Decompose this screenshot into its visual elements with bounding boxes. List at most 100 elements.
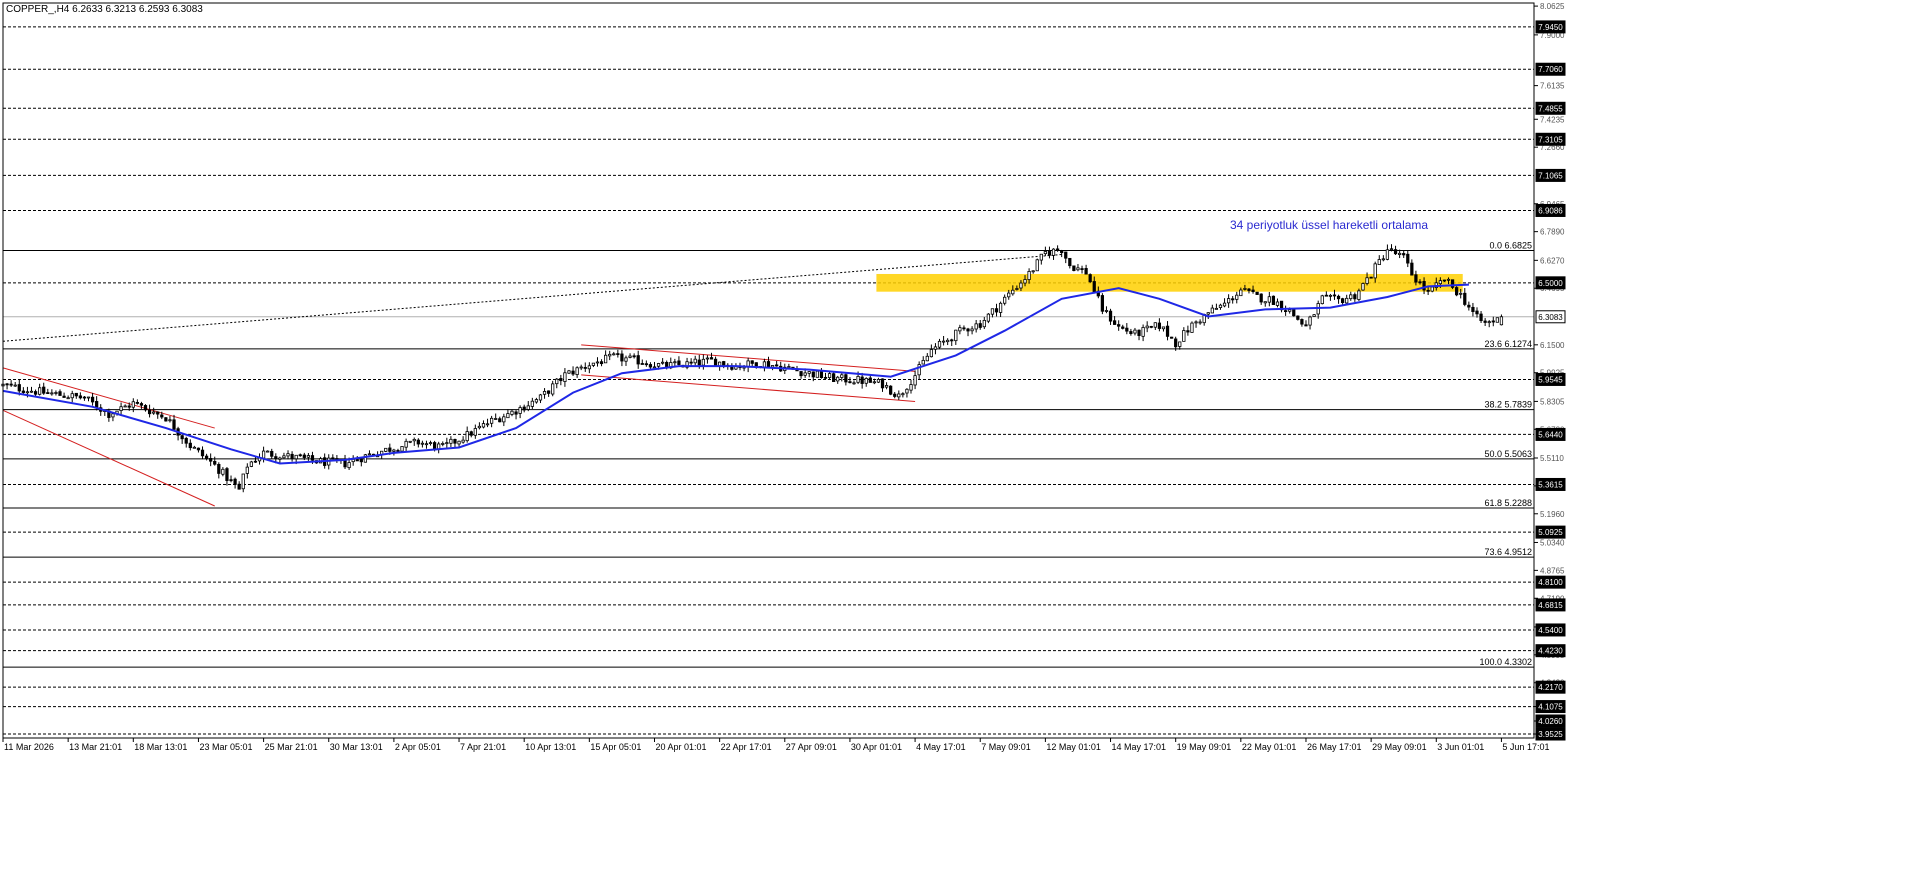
bullish-candle: [954, 329, 958, 342]
bearish-candle: [1251, 289, 1255, 293]
bearish-candle: [21, 390, 25, 393]
bullish-candle: [856, 375, 860, 383]
bullish-candle: [575, 367, 579, 375]
bearish-candle: [697, 359, 701, 366]
bearish-candle: [416, 439, 420, 445]
bullish-candle: [595, 361, 600, 364]
bullish-candle: [1206, 312, 1210, 315]
bearish-candle: [46, 392, 50, 394]
bullish-candle: [1385, 249, 1390, 260]
y-tick-label: 5.5110: [1540, 454, 1564, 463]
bullish-candle: [538, 394, 543, 401]
bullish-candle: [1459, 292, 1463, 295]
chart-container[interactable]: 0.0 6.6825 23.6 6.1274 38.2 5.7839 50.0 5.5…: [0, 0, 1916, 888]
bullish-candle: [563, 372, 567, 382]
bullish-candle: [54, 392, 58, 394]
bearish-candle: [180, 435, 184, 440]
bearish-candle: [636, 355, 640, 365]
bearish-candle: [1259, 293, 1263, 303]
bullish-candle: [604, 354, 608, 364]
price-level-label: 4.8100: [1538, 578, 1563, 587]
bearish-candle: [1117, 324, 1121, 327]
bullish-candle: [473, 428, 477, 436]
price-level-label: 3.9525: [1538, 730, 1563, 739]
bullish-candle: [1430, 286, 1434, 292]
bullish-candle: [836, 376, 840, 382]
price-level-label: 4.2170: [1538, 683, 1563, 692]
bearish-candle: [722, 361, 726, 366]
bearish-candle: [832, 373, 836, 383]
bearish-candle: [766, 361, 771, 368]
bearish-candle: [90, 396, 95, 403]
price-chart[interactable]: 0.0 6.6825 23.6 6.1274 38.2 5.7839 50.0 5.5…: [0, 0, 1916, 888]
bearish-candle: [1157, 322, 1162, 329]
bullish-candle: [347, 462, 351, 469]
bearish-candle: [1324, 294, 1328, 297]
bullish-candle: [1141, 327, 1145, 337]
bullish-candle: [852, 382, 856, 385]
bullish-candle: [461, 439, 465, 443]
bearish-candle: [127, 405, 131, 408]
y-tick-label: 6.7890: [1540, 228, 1565, 237]
bearish-candle: [388, 447, 392, 452]
bullish-candle: [192, 446, 196, 449]
bullish-candle: [1133, 329, 1137, 334]
bullish-candle: [1243, 288, 1247, 290]
bearish-candle: [616, 353, 620, 355]
price-level-label: 4.1075: [1538, 703, 1563, 712]
bearish-candle: [1125, 327, 1129, 332]
bearish-candle: [200, 449, 205, 457]
x-tick-label: 30 Apr 01:01: [851, 742, 902, 752]
bearish-candle: [432, 442, 437, 450]
x-tick-label: 23 Mar 05:01: [199, 742, 252, 752]
bullish-candle: [384, 447, 388, 452]
bullish-candle: [579, 366, 583, 369]
bullish-candle: [905, 388, 909, 394]
x-tick-label: 2 Apr 05:01: [395, 742, 441, 752]
bullish-candle: [1267, 296, 1271, 303]
y-tick-label: 5.8305: [1540, 397, 1565, 406]
bearish-candle: [1483, 320, 1487, 323]
bearish-candle: [799, 371, 803, 377]
price-level-label: 6.5000: [1538, 279, 1563, 288]
bearish-candle: [453, 438, 457, 444]
bearish-candle: [1271, 295, 1276, 305]
bullish-candle: [111, 413, 115, 418]
x-tick-label: 29 May 09:01: [1372, 742, 1427, 752]
bearish-candle: [359, 459, 363, 463]
bullish-candle: [449, 438, 453, 444]
bullish-candle: [66, 397, 70, 400]
bearish-candle: [1129, 331, 1133, 334]
bearish-candle: [1292, 309, 1296, 317]
bullish-candle: [1214, 307, 1219, 310]
bullish-candle: [1007, 292, 1011, 298]
bearish-candle: [547, 390, 551, 394]
bearish-candle: [750, 360, 754, 364]
bullish-candle: [1398, 252, 1402, 255]
bearish-candle: [160, 414, 164, 418]
bearish-candle: [1418, 281, 1422, 284]
bullish-candle: [441, 443, 445, 445]
bullish-candle: [1011, 289, 1015, 295]
price-level-label: 5.0925: [1538, 528, 1563, 537]
bullish-candle: [591, 362, 596, 366]
x-tick-label: 25 Mar 21:01: [265, 742, 318, 752]
bearish-candle: [298, 454, 302, 457]
bullish-candle: [489, 417, 494, 424]
bullish-candle: [551, 383, 555, 395]
bullish-candle: [815, 370, 819, 378]
bearish-candle: [217, 464, 221, 474]
bearish-candle: [893, 393, 897, 397]
fibonacci-label: 50.0 5.5063: [1484, 449, 1532, 459]
x-tick-label: 13 Mar 21:01: [69, 742, 122, 752]
bearish-candle: [469, 431, 473, 436]
bullish-candle: [1357, 290, 1361, 300]
x-tick-label: 15 Apr 05:01: [590, 742, 641, 752]
bullish-candle: [1218, 304, 1223, 308]
x-tick-label: 30 Mar 13:01: [330, 742, 383, 752]
bullish-candle: [445, 442, 449, 445]
bearish-candle: [58, 391, 62, 396]
bullish-candle: [628, 355, 632, 358]
bullish-candle: [933, 346, 938, 350]
bearish-candle: [498, 418, 502, 423]
